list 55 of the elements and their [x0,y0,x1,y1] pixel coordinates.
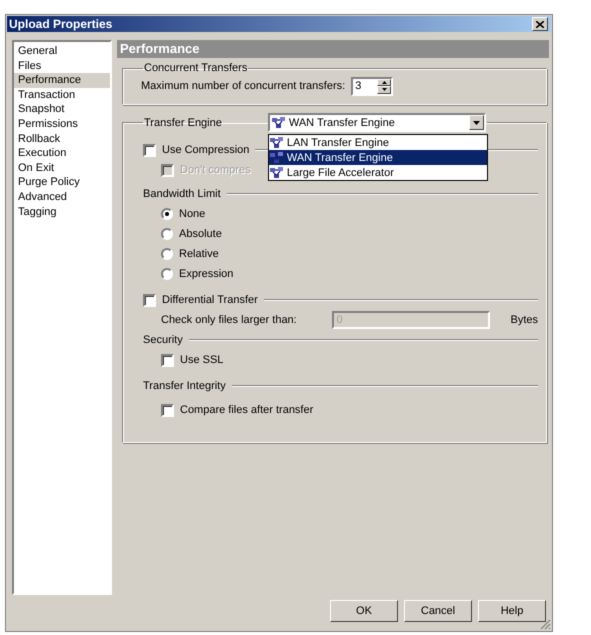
sidebar-item[interactable]: General [14,44,110,59]
sidebar-item[interactable]: Purge Policy [14,175,110,190]
radio-label: Relative [179,248,219,260]
resize-grip-icon[interactable] [540,619,551,630]
spin-field[interactable]: 3 [351,76,394,96]
sidebar-item[interactable]: Transaction [14,88,110,102]
checkbox[interactable] [143,144,156,156]
field-label: Check only files larger than: [161,314,297,326]
sidebar-item[interactable]: On Exit [14,160,110,176]
dialog-button[interactable]: OK [330,600,398,622]
dropdown-button[interactable] [468,115,484,130]
checkbox-label: Differential Transfer [162,294,258,306]
close-icon [536,20,544,28]
sidebar-item[interactable]: Snapshot [14,102,110,117]
checkbox[interactable] [161,354,174,366]
sidebar-item[interactable]: Performance [14,73,110,88]
sidebar-item[interactable]: Execution [14,146,110,161]
sidebar-item[interactable]: Permissions [14,116,110,132]
sidebar-item[interactable]: Rollback [14,132,110,146]
down-arrow-icon [382,88,387,92]
radio-button[interactable] [161,248,173,260]
field-label: Maximum number of concurrent transfers: [141,80,346,92]
close-button[interactable] [532,17,548,31]
sidebar-item[interactable]: Tagging [14,204,110,220]
network-icon [270,166,284,178]
radio-label: Expression [179,268,234,280]
dialog-button[interactable]: Help [478,600,546,622]
window-title: Upload Properties [9,17,112,31]
dialog-button[interactable]: Cancel [404,600,472,622]
unit-label: Bytes [510,314,538,326]
radio-label: None [179,208,206,220]
network-icon [272,116,286,128]
checkbox-label: Use Compression [162,144,250,156]
section-title: Transfer Integrity [143,380,226,392]
sidebar-item[interactable]: Files [14,58,110,74]
group-title: Transfer Engine [144,116,222,128]
group-title: Concurrent Transfers [144,62,248,74]
caret-icon [472,120,480,124]
dropdown-option[interactable]: WAN Transfer Engine [268,150,487,165]
checkbox-label: Use SSL [180,354,224,366]
spin-down-button[interactable] [377,86,392,94]
checkbox-label: Compare files after transfer [180,404,314,416]
spin-up-button[interactable] [377,78,392,86]
radio-button[interactable] [161,268,173,280]
sidebar-item[interactable]: Advanced [14,190,110,205]
network-icon [270,152,284,164]
radio-button[interactable] [161,208,173,220]
radio-button[interactable] [161,228,173,240]
checkbox[interactable] [161,404,174,416]
section-title: Bandwidth Limit [143,188,221,200]
radio-label: Absolute [179,228,222,240]
section-title: Security [143,334,183,346]
network-icon [270,136,284,148]
page-header: Performance [117,40,549,58]
up-arrow-icon [382,80,387,84]
